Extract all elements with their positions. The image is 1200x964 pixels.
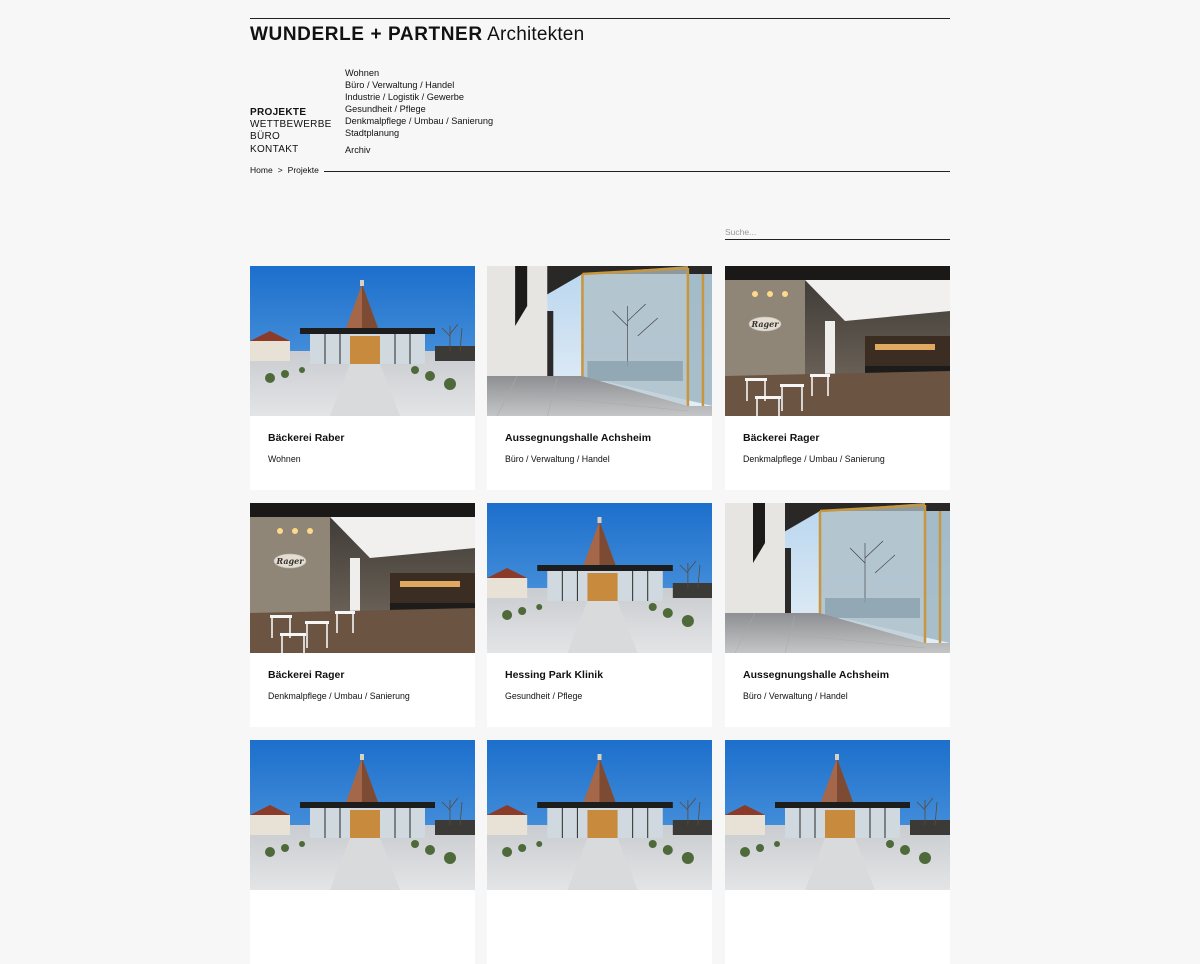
project-category: Wohnen (268, 454, 301, 464)
project-category: Büro / Verwaltung / Handel (743, 691, 848, 701)
project-image (250, 266, 475, 416)
breadcrumb-rule (324, 171, 950, 172)
project-title: Aussegnungshalle Achsheim (505, 432, 652, 444)
project-image (487, 503, 712, 653)
project-image (250, 740, 475, 890)
project-title: Bäckerei Rager (743, 432, 820, 444)
project-image (725, 503, 950, 653)
breadcrumb-home[interactable]: Home (250, 165, 273, 175)
nav-item-buero[interactable]: BÜRO (250, 131, 332, 143)
project-card[interactable] (250, 740, 475, 964)
project-category: Denkmalpflege / Umbau / Sanierung (743, 454, 885, 464)
nav-item-wettbewerbe[interactable]: WETTBEWERBE (250, 119, 332, 131)
category-link-denkmalpflege[interactable]: Denkmalpflege / Umbau / Sanierung (345, 115, 493, 127)
category-link-archiv[interactable]: Archiv (345, 144, 493, 156)
project-card[interactable]: Aussegnungshalle Achsheim Büro / Verwalt… (487, 266, 712, 490)
project-card[interactable]: Hessing Park Klinik Gesundheit / Pflege (487, 503, 712, 727)
nav-item-kontakt[interactable]: KONTAKT (250, 144, 332, 156)
project-image (487, 266, 712, 416)
project-category: Gesundheit / Pflege (505, 691, 583, 701)
main-navigation: PROJEKTE WETTBEWERBE BÜRO KONTAKT (250, 107, 332, 156)
nav-item-projekte[interactable]: PROJEKTE (250, 107, 332, 119)
project-card[interactable]: Aussegnungshalle Achsheim Büro / Verwalt… (725, 503, 950, 727)
project-image (725, 740, 950, 890)
search-input[interactable] (725, 225, 950, 240)
category-link-buero-verwaltung-handel[interactable]: Büro / Verwaltung / Handel (345, 79, 493, 91)
category-link-stadtplanung[interactable]: Stadtplanung (345, 127, 493, 139)
breadcrumb-separator: > (277, 165, 283, 175)
breadcrumb: Home > Projekte (250, 165, 324, 175)
project-category: Denkmalpflege / Umbau / Sanierung (268, 691, 410, 701)
brand-logo[interactable]: WUNDERLE + PARTNER Architekten (250, 24, 584, 46)
category-link-gesundheit-pflege[interactable]: Gesundheit / Pflege (345, 103, 493, 115)
project-card[interactable]: Bäckerei Rager Denkmalpflege / Umbau / S… (725, 266, 950, 490)
project-image (725, 266, 950, 416)
category-navigation: Wohnen Büro / Verwaltung / Handel Indust… (345, 67, 493, 156)
project-card[interactable] (487, 740, 712, 964)
project-image (250, 503, 475, 653)
project-image (487, 740, 712, 890)
brand-suffix: Architekten (487, 24, 585, 45)
project-title: Bäckerei Raber (268, 432, 345, 444)
brand-name: WUNDERLE + PARTNER (250, 24, 483, 45)
project-card[interactable]: Bäckerei Rager Denkmalpflege / Umbau / S… (250, 503, 475, 727)
project-category: Büro / Verwaltung / Handel (505, 454, 610, 464)
project-card[interactable]: Bäckerei Raber Wohnen (250, 266, 475, 490)
category-link-wohnen[interactable]: Wohnen (345, 67, 493, 79)
project-card[interactable] (725, 740, 950, 964)
project-title: Bäckerei Rager (268, 669, 345, 681)
category-link-industrie-logistik-gewerbe[interactable]: Industrie / Logistik / Gewerbe (345, 91, 493, 103)
project-title: Aussegnungshalle Achsheim (743, 669, 890, 681)
breadcrumb-current: Projekte (287, 165, 319, 175)
header-rule (250, 18, 950, 19)
project-title: Hessing Park Klinik (505, 669, 604, 681)
